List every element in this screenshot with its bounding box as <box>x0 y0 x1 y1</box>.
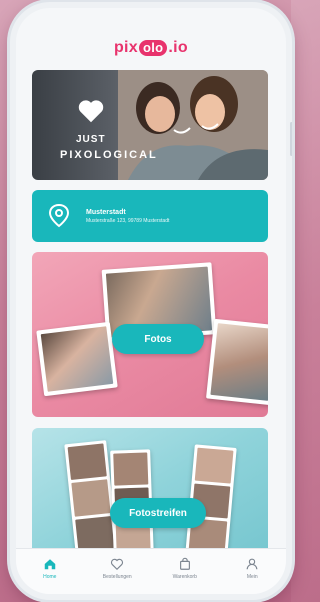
hero-photo <box>118 70 268 180</box>
strip-frame <box>67 443 107 481</box>
location-card[interactable]: Musterstadt Musterstraße 123, 99789 Must… <box>32 190 268 242</box>
location-pin-icon <box>48 203 70 228</box>
bottom-nav: Home Bestellungen Warenkorb Mein <box>16 548 286 594</box>
fotos-card[interactable]: Fotos <box>32 252 268 417</box>
fotostreifen-button[interactable]: Fotostreifen <box>110 498 206 528</box>
bag-icon <box>179 557 190 570</box>
strip-frame <box>71 479 111 517</box>
heart-icon <box>111 558 124 571</box>
nav-item-mein[interactable]: Mein <box>224 557 280 580</box>
photo-print <box>205 318 268 406</box>
nav-label: Home <box>43 574 57 580</box>
user-icon <box>246 558 258 570</box>
phone-frame: pix olo .io JUST PIXOLOGICAL Musterstadt… <box>10 2 292 600</box>
nav-label: Warenkorb <box>172 574 197 580</box>
phone-side-button <box>290 122 292 156</box>
nav-item-warenkorb[interactable]: Warenkorb <box>157 557 213 580</box>
app-header: pix olo .io <box>16 36 286 60</box>
nav-item-home[interactable]: Home <box>22 557 78 580</box>
logo-text-left: pix <box>113 39 139 56</box>
fotos-button[interactable]: Fotos <box>112 324 204 354</box>
nav-item-bestellungen[interactable]: Bestellungen <box>89 557 145 580</box>
location-text: Musterstadt Musterstraße 123, 99789 Must… <box>86 209 169 224</box>
hero-banner[interactable]: JUST PIXOLOGICAL <box>32 70 268 180</box>
hero-line-2: PIXOLOGICAL <box>60 149 158 161</box>
location-address: Musterstraße 123, 99789 Musterstadt <box>86 217 170 224</box>
strip-frame <box>113 452 149 486</box>
fotostreifen-card[interactable]: Fotostreifen <box>32 428 268 558</box>
strip-frame <box>194 447 234 484</box>
photo-print <box>36 321 118 397</box>
nav-label: Mein <box>246 574 258 580</box>
app-screen: pix olo .io JUST PIXOLOGICAL Musterstadt… <box>16 8 286 594</box>
photo-image <box>40 326 114 392</box>
home-icon <box>44 559 55 570</box>
logo-text-right: .io <box>168 39 188 56</box>
heart-icon <box>78 100 104 123</box>
app-logo[interactable]: pix olo .io <box>114 39 188 57</box>
location-title: Musterstadt <box>86 208 126 216</box>
hero-line-1: JUST <box>76 134 106 145</box>
logo-text-pill: olo <box>139 40 168 56</box>
photo-image <box>210 323 268 401</box>
nav-label: Bestellungen <box>102 574 132 580</box>
